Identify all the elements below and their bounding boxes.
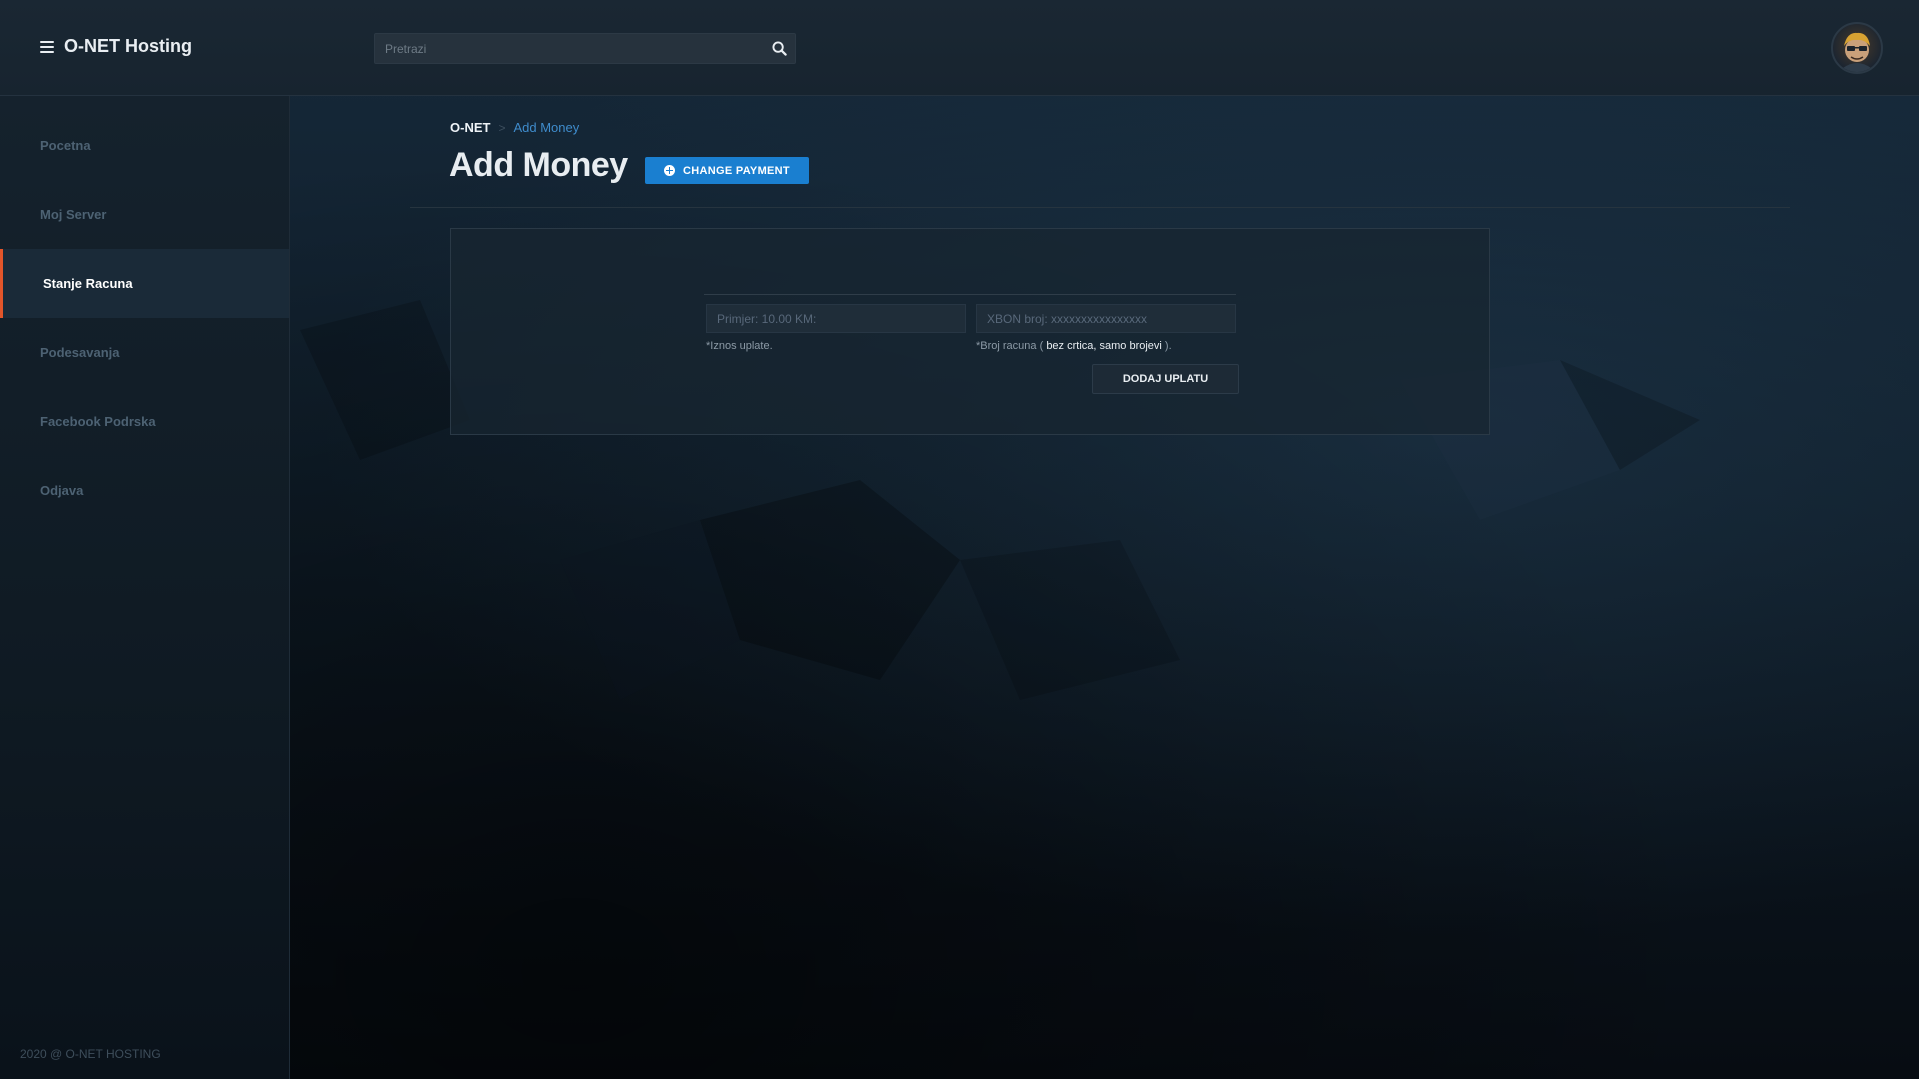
form-divider (704, 294, 1236, 295)
sidebar-item-label: Moj Server (40, 207, 107, 222)
user-avatar[interactable] (1831, 22, 1883, 74)
account-help-suffix: ). (1161, 340, 1172, 352)
sidebar-item-odjava[interactable]: Odjava (0, 456, 289, 525)
app-root: O-NET Hosting Pretrazi Pocetna Moj Serve… (0, 0, 1919, 1079)
search-box (374, 33, 796, 64)
change-payment-button[interactable]: CHANGE PAYMENT (645, 157, 809, 184)
sidebar-item-label: Pocetna (40, 138, 91, 153)
account-help-emphasis: bez crtica, samo brojevi (1046, 340, 1162, 352)
amount-help: *Iznos uplate. (706, 340, 773, 352)
hamburger-icon[interactable] (40, 40, 54, 53)
search-input[interactable] (375, 34, 763, 63)
account-help-prefix: *Broj racuna ( (976, 340, 1047, 352)
sidebar-item-label: Stanje Racuna (43, 276, 133, 291)
header-divider (410, 207, 1790, 208)
sidebar-item-moj-server[interactable]: Moj Server (0, 180, 289, 249)
brand-name: O-NET Hosting (64, 36, 192, 56)
breadcrumb-current[interactable]: Add Money (513, 120, 579, 135)
sidebar-item-label: Odjava (40, 483, 84, 498)
breadcrumb-root[interactable]: O-NET (450, 120, 490, 135)
sidebar-item-stanje-racuna[interactable]: Stanje Racuna (0, 249, 289, 318)
account-field-group: *Broj racuna ( bez crtica, samo brojevi … (976, 304, 1236, 352)
change-payment-label: CHANGE PAYMENT (683, 164, 790, 177)
add-payment-button[interactable]: DODAJ UPLATU (1092, 364, 1239, 394)
add-money-panel: *Iznos uplate. *Broj racuna ( bez crtica… (450, 228, 1490, 435)
breadcrumb-separator: > (498, 120, 506, 135)
sidebar-item-label: Podesavanja (40, 345, 120, 360)
sidebar-item-podesavanja[interactable]: Podesavanja (0, 318, 289, 387)
amount-input[interactable] (706, 304, 966, 333)
sidebar-footer: 2020 @ O-NET HOSTING (20, 1047, 161, 1061)
sidebar-item-pocetna[interactable]: Pocetna (0, 111, 289, 180)
amount-field-group: *Iznos uplate. (706, 304, 966, 352)
search-icon[interactable] (763, 34, 795, 63)
breadcrumb: O-NET > Add Money (450, 120, 579, 135)
page-title: Add Money (449, 146, 628, 184)
sidebar: Pocetna Moj Server Stanje Racuna Podesav… (0, 96, 290, 1079)
sidebar-item-label: Facebook Podrska (40, 414, 156, 429)
sidebar-item-facebook-podrska[interactable]: Facebook Podrska (0, 387, 289, 456)
account-number-input[interactable] (976, 304, 1236, 333)
top-bar: O-NET Hosting (0, 0, 1919, 96)
plus-circle-icon (664, 165, 676, 176)
sidebar-nav: Pocetna Moj Server Stanje Racuna Podesav… (0, 96, 289, 525)
brand[interactable]: O-NET Hosting (40, 36, 192, 57)
account-help: *Broj racuna ( bez crtica, samo brojevi … (976, 340, 1236, 352)
